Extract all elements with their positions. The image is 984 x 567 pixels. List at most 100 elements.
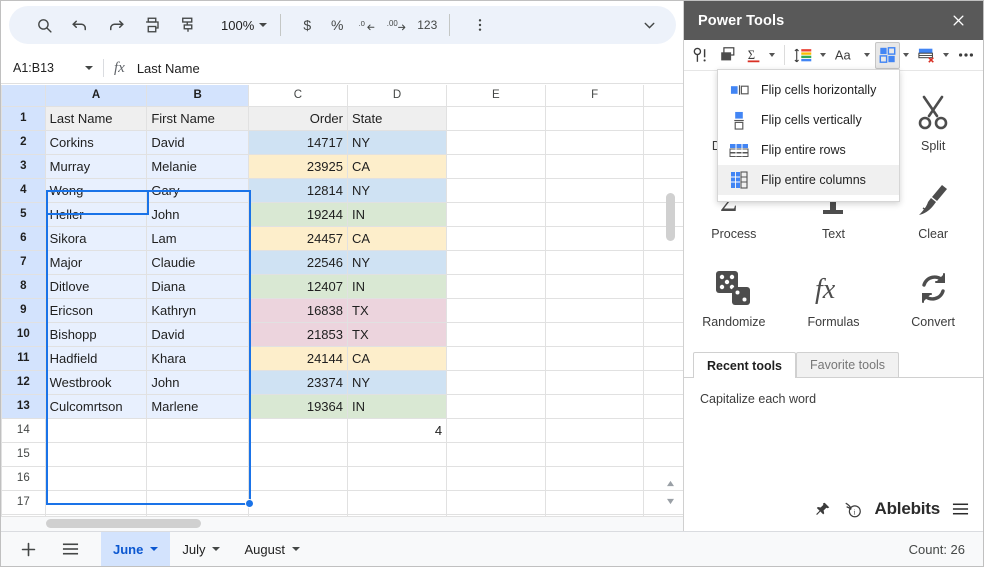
row-header-17[interactable]: 17 <box>1 489 46 515</box>
cell-D2[interactable]: NY <box>346 129 448 155</box>
cell-C15[interactable] <box>247 441 349 467</box>
cell-F3[interactable] <box>544 153 645 179</box>
cell-E10[interactable] <box>446 321 546 347</box>
tool-convert[interactable]: Convert <box>883 253 983 341</box>
cell-D9[interactable]: TX <box>346 297 448 323</box>
cell-D16[interactable] <box>346 465 448 491</box>
cell-F9[interactable] <box>544 297 645 323</box>
cell-F10[interactable] <box>544 321 645 347</box>
cell-G4[interactable] <box>643 177 684 203</box>
column-header-e[interactable]: E <box>446 85 546 107</box>
sheet-tab-june[interactable]: June <box>101 531 171 566</box>
cell-A9[interactable]: Ericson <box>44 297 148 323</box>
select-all-corner[interactable] <box>1 85 46 107</box>
scroll-up-icon[interactable] <box>665 478 675 488</box>
cell-C1[interactable]: Order <box>247 105 349 131</box>
cell-A13[interactable]: Culcomrtson <box>44 393 148 419</box>
cell-G9[interactable] <box>643 297 684 323</box>
sheet-tab-august[interactable]: August <box>232 532 311 567</box>
merge-sheets-icon[interactable] <box>715 42 740 69</box>
row-header-9[interactable]: 9 <box>1 297 46 323</box>
cell-C6[interactable]: 24457 <box>247 225 349 251</box>
cell-E1[interactable] <box>446 105 546 131</box>
cell-F2[interactable] <box>544 129 645 155</box>
cell-G15[interactable] <box>643 441 684 467</box>
recent-tool-item[interactable]: Capitalize each word <box>700 392 967 406</box>
cell-C16[interactable] <box>247 465 349 491</box>
paint-format-icon[interactable] <box>173 10 203 40</box>
cell-A3[interactable]: Murray <box>44 153 148 179</box>
cell-B17[interactable] <box>146 489 249 515</box>
row-header-15[interactable]: 15 <box>1 441 46 467</box>
cell-C17[interactable] <box>247 489 349 515</box>
row-header-7[interactable]: 7 <box>1 249 46 275</box>
menu-item-flip-entire-columns[interactable]: Flip entire columns <box>718 165 899 195</box>
cell-E3[interactable] <box>446 153 546 179</box>
cell-G6[interactable] <box>643 225 684 251</box>
row-header-4[interactable]: 4 <box>1 177 46 203</box>
cell-C14[interactable] <box>247 417 349 443</box>
cell-G2[interactable] <box>643 129 684 155</box>
cell-B11[interactable]: Khara <box>146 345 249 371</box>
zoom-selector[interactable]: 100% <box>213 11 271 39</box>
cell-E5[interactable] <box>446 201 546 227</box>
decrease-decimal-button[interactable]: .0 <box>354 10 380 40</box>
cell-A14[interactable] <box>44 417 148 443</box>
cell-G13[interactable] <box>643 393 684 419</box>
cell-E12[interactable] <box>446 369 546 395</box>
cell-E14[interactable] <box>446 417 546 443</box>
tool-randomize[interactable]: Randomize <box>684 253 784 341</box>
cell-G3[interactable] <box>643 153 684 179</box>
cell-B9[interactable]: Kathryn <box>146 297 249 323</box>
collapse-toolbar-icon[interactable] <box>636 12 662 38</box>
column-header-d[interactable]: D <box>346 85 448 107</box>
menu-item-flip-cells-vertically[interactable]: Flip cells vertically <box>718 105 899 135</box>
tab-favorite-tools[interactable]: Favorite tools <box>796 352 900 377</box>
cell-A5[interactable]: Heller <box>44 201 148 227</box>
cell-E4[interactable] <box>446 177 546 203</box>
transform-dropdown-caret[interactable] <box>903 53 909 57</box>
cell-C12[interactable]: 23374 <box>247 369 349 395</box>
cell-C7[interactable]: 22546 <box>247 249 349 275</box>
clear-table-dropdown-caret[interactable] <box>943 53 949 57</box>
close-icon[interactable] <box>947 10 969 32</box>
cell-C4[interactable]: 12814 <box>247 177 349 203</box>
cell-B4[interactable]: Gary <box>146 177 249 203</box>
cell-A4[interactable]: Wong <box>44 177 148 203</box>
cell-D5[interactable]: IN <box>346 201 448 227</box>
column-header-f[interactable]: F <box>544 85 645 107</box>
cell-F16[interactable] <box>544 465 645 491</box>
cell-D4[interactable]: NY <box>346 177 448 203</box>
row-header-11[interactable]: 11 <box>1 345 46 371</box>
cell-D13[interactable]: IN <box>346 393 448 419</box>
cell-F6[interactable] <box>544 225 645 251</box>
cell-B16[interactable] <box>146 465 249 491</box>
column-header-c[interactable]: C <box>247 85 349 107</box>
text-format-icon[interactable]: Aa <box>831 42 861 69</box>
number-format-button[interactable]: 123 <box>414 10 440 40</box>
cell-A7[interactable]: Major <box>44 249 148 275</box>
cell-C2[interactable]: 14717 <box>247 129 349 155</box>
chevron-down-icon[interactable] <box>291 547 300 551</box>
row-header-12[interactable]: 12 <box>1 369 46 395</box>
formula-input[interactable] <box>134 59 684 77</box>
horizontal-scrollbar-thumb[interactable] <box>46 519 201 528</box>
cell-E11[interactable] <box>446 345 546 371</box>
cell-D8[interactable]: IN <box>346 273 448 299</box>
cell-B1[interactable]: First Name <box>146 105 249 131</box>
currency-format-button[interactable]: $ <box>294 10 320 40</box>
cell-A6[interactable]: Sikora <box>44 225 148 251</box>
cell-C5[interactable]: 19244 <box>247 201 349 227</box>
cell-D11[interactable]: CA <box>346 345 448 371</box>
cell-G16[interactable] <box>643 465 684 491</box>
increase-decimal-button[interactable]: .00 <box>384 10 410 40</box>
cell-D1[interactable]: State <box>346 105 448 131</box>
cell-G10[interactable] <box>643 321 684 347</box>
cell-G5[interactable] <box>643 201 684 227</box>
transform-icon[interactable] <box>875 41 900 69</box>
cell-G1[interactable] <box>643 105 684 131</box>
column-header-a[interactable]: A <box>44 85 148 107</box>
more-options-icon[interactable] <box>954 42 978 69</box>
row-header-5[interactable]: 5 <box>1 201 46 227</box>
cell-A17[interactable] <box>44 489 148 515</box>
